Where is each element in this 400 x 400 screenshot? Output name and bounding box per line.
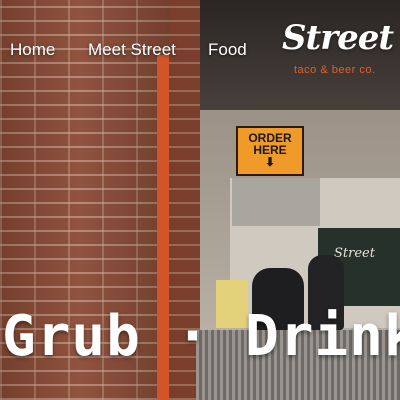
logo-wordmark: Street: [282, 18, 394, 58]
order-here-sign: ORDER HERE ⬇: [236, 126, 304, 176]
nav-meet-street-link[interactable]: Meet Street: [88, 40, 176, 60]
hero-headline: Grub · Drink: [2, 304, 400, 369]
logo-tagline: taco & beer co.: [294, 64, 376, 76]
arrow-down-icon: ⬇: [264, 155, 276, 169]
site-logo[interactable]: Street taco & beer co.: [278, 18, 400, 80]
hero-banner: Street ORDER HERE ⬇ Home Meet Street Foo…: [0, 0, 400, 400]
main-nav: Home Meet Street Food Street taco & beer…: [0, 0, 400, 100]
nav-food-link[interactable]: Food: [208, 40, 247, 60]
nav-home-link[interactable]: Home: [10, 40, 55, 60]
kitchen-hood: [232, 178, 320, 226]
